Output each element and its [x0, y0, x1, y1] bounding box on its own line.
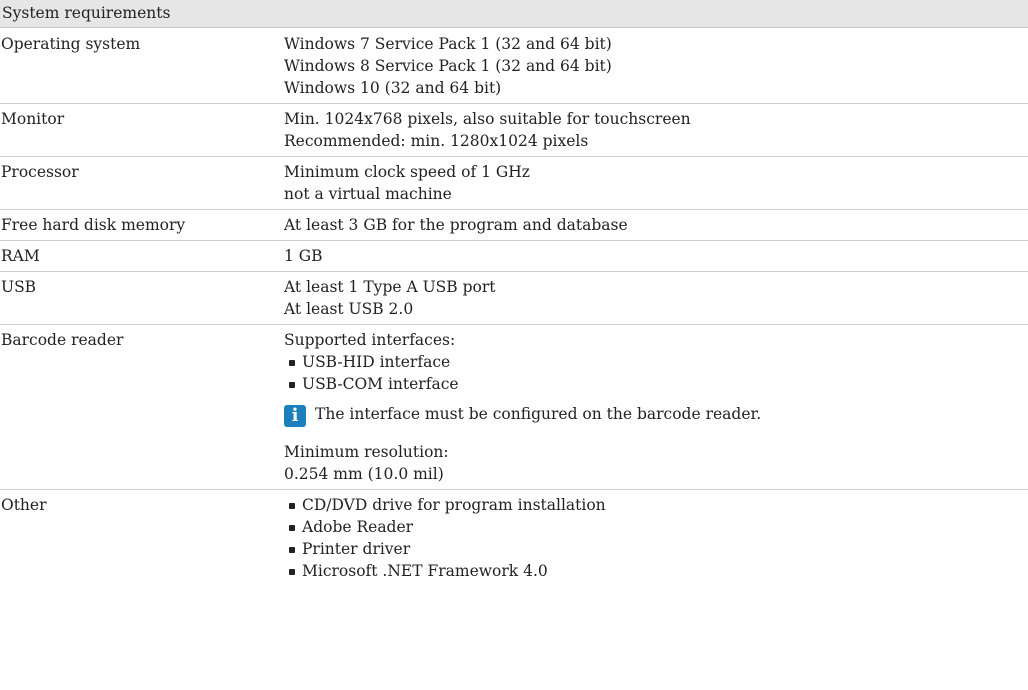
row-operating-system: Operating system Windows 7 Service Pack … [0, 28, 1028, 104]
row-label: Barcode reader [1, 331, 124, 349]
bullet-item: USB-HID interface [284, 351, 1028, 373]
note-text: The interface must be configured on the … [315, 405, 762, 423]
value-line: At least 3 GB for the program and databa… [284, 216, 628, 234]
row-value: CD/DVD drive for program installation Ad… [284, 494, 1028, 582]
value-line: 0.254 mm (10.0 mil) [284, 465, 444, 483]
bullet-list: USB-HID interface USB-COM interface [284, 351, 1028, 395]
row-value: 1 GB [284, 245, 1028, 267]
row-label: RAM [1, 247, 40, 265]
bullet-item: CD/DVD drive for program installation [284, 494, 1028, 516]
bullet-item: Microsoft .NET Framework 4.0 [284, 560, 1028, 582]
bullet-item: Adobe Reader [284, 516, 1028, 538]
row-other: Other CD/DVD drive for program installat… [0, 490, 1028, 586]
row-value: Minimum clock speed of 1 GHz not a virtu… [284, 161, 1028, 205]
row-usb: USB At least 1 Type A USB port At least … [0, 272, 1028, 325]
row-value: Windows 7 Service Pack 1 (32 and 64 bit)… [284, 33, 1028, 99]
row-processor: Processor Minimum clock speed of 1 GHz n… [0, 157, 1028, 210]
value-line: Windows 10 (32 and 64 bit) [284, 79, 502, 97]
value-line: Minimum clock speed of 1 GHz [284, 163, 530, 181]
row-label: Other [1, 496, 47, 514]
info-note: i The interface must be configured on th… [284, 405, 1028, 427]
value-line: Min. 1024x768 pixels, also suitable for … [284, 110, 691, 128]
bullet-item: USB-COM interface [284, 373, 1028, 395]
system-requirements-table: System requirements Operating system Win… [0, 0, 1028, 586]
row-value: At least 3 GB for the program and databa… [284, 214, 1028, 236]
value-line: Recommended: min. 1280x1024 pixels [284, 132, 589, 150]
row-value: At least 1 Type A USB port At least USB … [284, 276, 1028, 320]
bullet-item: Printer driver [284, 538, 1028, 560]
row-free-hard-disk-memory: Free hard disk memory At least 3 GB for … [0, 210, 1028, 241]
value-line: At least 1 Type A USB port [284, 278, 496, 296]
value-line: Windows 7 Service Pack 1 (32 and 64 bit) [284, 35, 612, 53]
row-label: Free hard disk memory [1, 216, 186, 234]
value-line: Minimum resolution: [284, 443, 449, 461]
row-barcode-reader: Barcode reader Supported interfaces: USB… [0, 325, 1028, 490]
bullet-list: CD/DVD drive for program installation Ad… [284, 494, 1028, 582]
value-line: 1 GB [284, 247, 323, 265]
row-label: Operating system [1, 35, 141, 53]
row-monitor: Monitor Min. 1024x768 pixels, also suita… [0, 104, 1028, 157]
row-label: Processor [1, 163, 79, 181]
table-header: System requirements [0, 0, 1028, 28]
value-line: Windows 8 Service Pack 1 (32 and 64 bit) [284, 57, 612, 75]
value-line: not a virtual machine [284, 185, 452, 203]
value-line: Supported interfaces: [284, 331, 456, 349]
row-value: Supported interfaces: USB-HID interface … [284, 329, 1028, 485]
value-line: At least USB 2.0 [284, 300, 414, 318]
row-ram: RAM 1 GB [0, 241, 1028, 272]
row-label: USB [1, 278, 37, 296]
info-icon: i [284, 405, 306, 427]
row-value: Min. 1024x768 pixels, also suitable for … [284, 108, 1028, 152]
row-label: Monitor [1, 110, 65, 128]
